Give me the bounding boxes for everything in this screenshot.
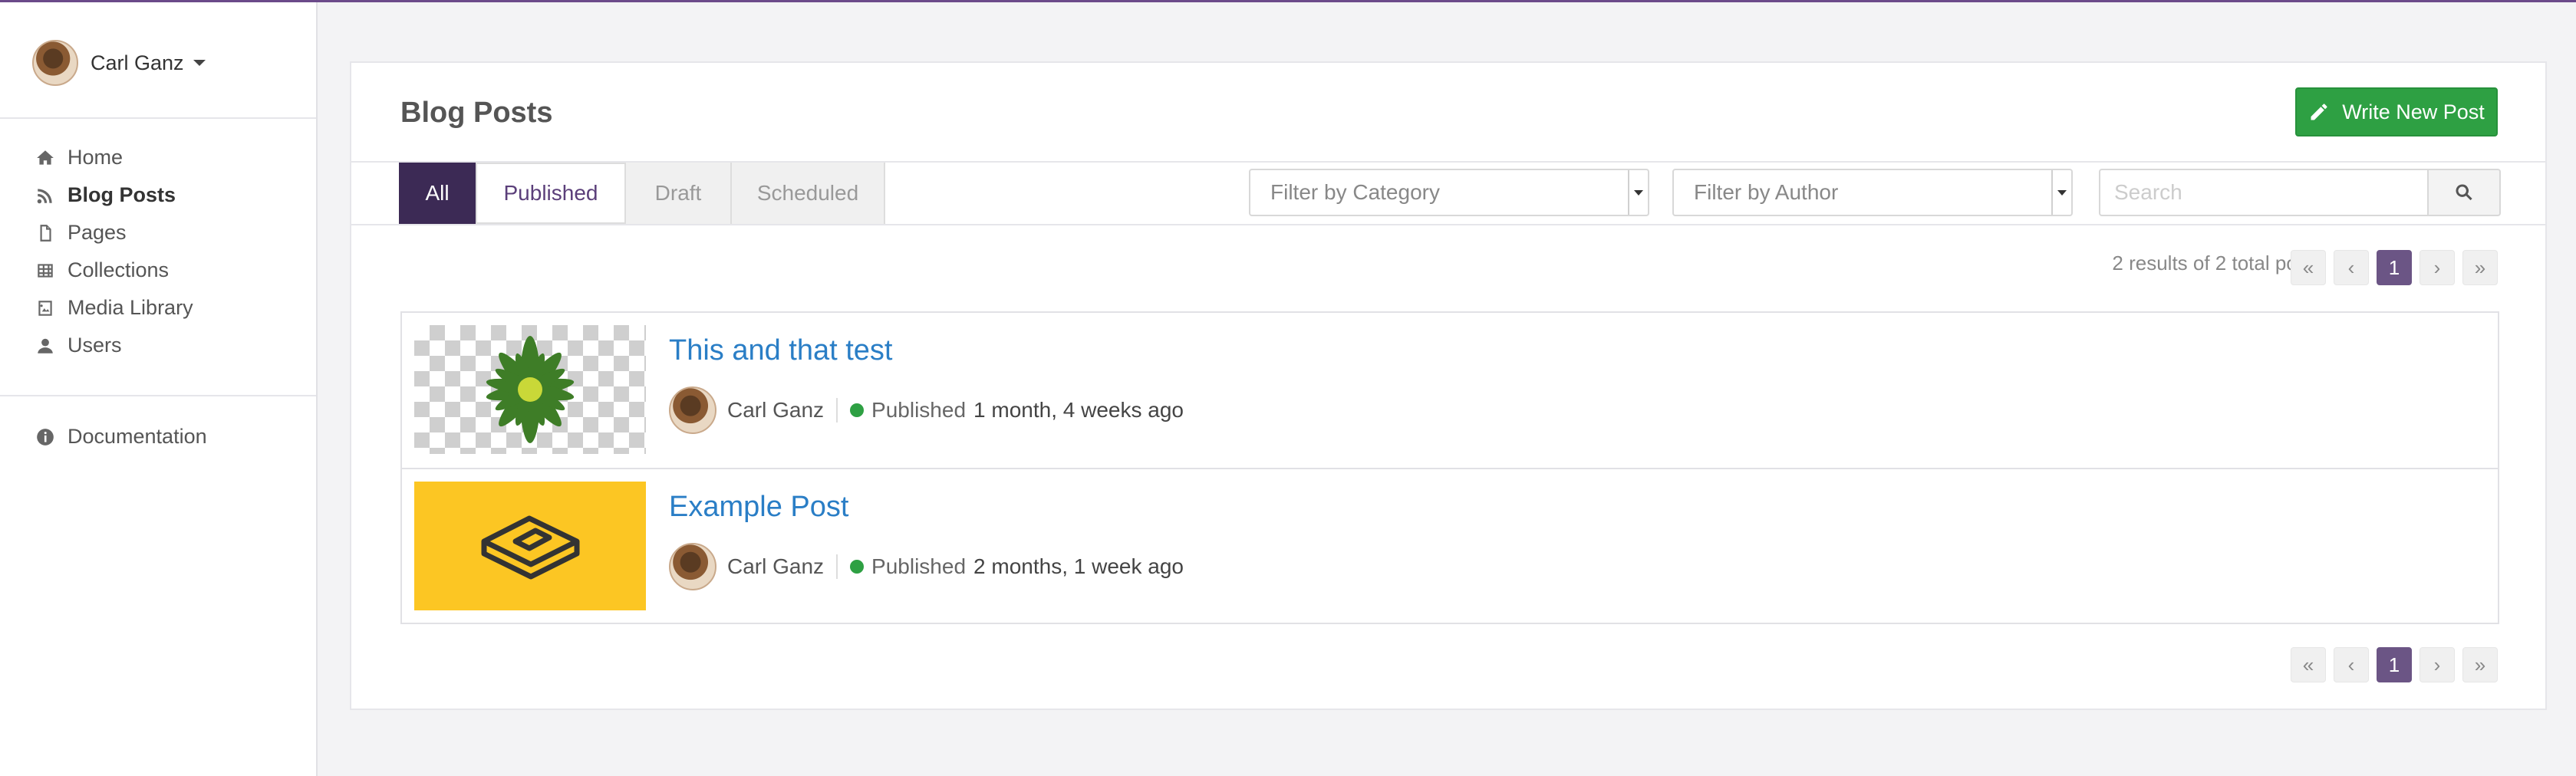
user-avatar xyxy=(32,40,78,86)
list-item[interactable]: Example Post Carl Ganz Published 2 month… xyxy=(402,468,2498,623)
meta-separator xyxy=(836,554,838,579)
sidebar-item-blog-posts[interactable]: Blog Posts xyxy=(35,176,193,214)
sidebar-item-media-library[interactable]: Media Library xyxy=(35,289,193,327)
tab-all[interactable]: All xyxy=(399,163,477,224)
pagination-bottom: « ‹ 1 › » xyxy=(2291,647,2498,682)
info-icon xyxy=(37,428,54,446)
category-filter-select[interactable]: Filter by Category xyxy=(1249,169,1649,216)
post-meta: Carl Ganz Published 1 month, 4 weeks ago xyxy=(669,386,1184,434)
sidebar-item-label: Users xyxy=(68,334,122,357)
image-icon xyxy=(38,300,52,316)
sidebar-item-home[interactable]: Home xyxy=(35,139,193,176)
status-tabs: All Published Draft Scheduled xyxy=(399,163,885,224)
sidebar-secondary-nav: Documentation xyxy=(35,418,207,455)
post-thumbnail[interactable] xyxy=(414,482,646,610)
next-page-button[interactable]: › xyxy=(2420,250,2455,285)
sidebar-item-pages[interactable]: Pages xyxy=(35,214,193,252)
home-icon xyxy=(37,150,54,165)
file-icon xyxy=(40,224,51,242)
filter-toolbar: All Published Draft Scheduled Filter by … xyxy=(351,161,2545,225)
last-page-button[interactable]: » xyxy=(2462,647,2498,682)
post-meta: Carl Ganz Published 2 months, 1 week ago xyxy=(669,543,1184,590)
author-avatar xyxy=(669,543,716,590)
post-status: Published xyxy=(871,398,967,422)
post-title-link[interactable]: This and that test xyxy=(669,334,893,367)
sidebar-nav: Home Blog Posts Pages Collections Media … xyxy=(35,139,193,364)
status-dot-icon xyxy=(850,560,865,574)
current-page-button[interactable]: 1 xyxy=(2377,647,2412,682)
post-list: This and that test Carl Ganz Published 1… xyxy=(400,311,2499,624)
prev-page-button[interactable]: ‹ xyxy=(2334,250,2369,285)
current-page-button[interactable]: 1 xyxy=(2377,250,2412,285)
list-item[interactable]: This and that test Carl Ganz Published 1… xyxy=(402,313,2498,468)
sidebar-item-label: Pages xyxy=(68,221,127,244)
box-logo-image xyxy=(481,515,580,580)
sidebar-item-label: Documentation xyxy=(68,425,207,448)
caret-down-icon xyxy=(193,60,206,66)
user-name: Carl Ganz xyxy=(91,51,184,74)
post-thumbnail[interactable] xyxy=(414,325,646,454)
search-button[interactable] xyxy=(2427,169,2501,216)
post-status: Published xyxy=(871,554,967,578)
sidebar-item-documentation[interactable]: Documentation xyxy=(35,418,207,455)
post-time-ago: 2 months, 1 week ago xyxy=(973,554,1184,578)
sidebar-item-label: Home xyxy=(68,146,124,169)
sidebar-item-label: Collections xyxy=(68,258,170,281)
first-page-button[interactable]: « xyxy=(2291,250,2326,285)
sidebar-divider xyxy=(0,395,316,396)
cannabis-leaf-image xyxy=(486,336,575,443)
sidebar-item-label: Media Library xyxy=(68,296,193,319)
write-new-post-button[interactable]: Write New Post xyxy=(2295,87,2498,136)
write-new-post-label: Write New Post xyxy=(2342,100,2485,123)
post-author: Carl Ganz xyxy=(727,554,825,578)
meta-separator xyxy=(836,398,838,423)
search-icon xyxy=(2456,184,2472,201)
search-input[interactable]: Search xyxy=(2099,169,2429,216)
page-title: Blog Posts xyxy=(400,97,553,129)
rss-icon xyxy=(37,188,52,203)
search-placeholder: Search xyxy=(2114,180,2182,204)
sidebar-item-label: Blog Posts xyxy=(68,183,176,206)
pagination-top: « ‹ 1 › » xyxy=(2291,250,2498,285)
user-icon xyxy=(38,338,53,353)
pencil-icon xyxy=(2311,104,2327,120)
post-title-link[interactable]: Example Post xyxy=(669,491,848,524)
next-page-button[interactable]: › xyxy=(2420,647,2455,682)
post-time-ago: 1 month, 4 weeks ago xyxy=(973,398,1184,422)
author-filter-label: Filter by Author xyxy=(1694,180,1839,204)
sidebar-divider xyxy=(0,117,316,119)
sidebar-item-collections[interactable]: Collections xyxy=(35,252,193,289)
table-icon xyxy=(38,263,53,278)
category-filter-label: Filter by Category xyxy=(1270,180,1440,204)
sidebar: Carl Ganz Home Blog Posts Pages Collecti… xyxy=(0,2,318,776)
top-accent-bar xyxy=(0,0,2576,2)
dropdown-arrow-icon xyxy=(2051,170,2071,215)
first-page-button[interactable]: « xyxy=(2291,647,2326,682)
post-author: Carl Ganz xyxy=(727,398,825,422)
tab-draft[interactable]: Draft xyxy=(626,163,732,224)
user-menu[interactable]: Carl Ganz xyxy=(32,39,206,87)
author-filter-select[interactable]: Filter by Author xyxy=(1672,169,2073,216)
tab-scheduled[interactable]: Scheduled xyxy=(732,163,885,224)
last-page-button[interactable]: » xyxy=(2462,250,2498,285)
status-dot-icon xyxy=(850,403,865,417)
tab-published[interactable]: Published xyxy=(477,163,626,224)
sidebar-item-users[interactable]: Users xyxy=(35,327,193,364)
main-panel: Blog Posts Write New Post All Published … xyxy=(350,61,2547,710)
dropdown-arrow-icon xyxy=(1628,170,1648,215)
author-avatar xyxy=(669,386,716,434)
prev-page-button[interactable]: ‹ xyxy=(2334,647,2369,682)
